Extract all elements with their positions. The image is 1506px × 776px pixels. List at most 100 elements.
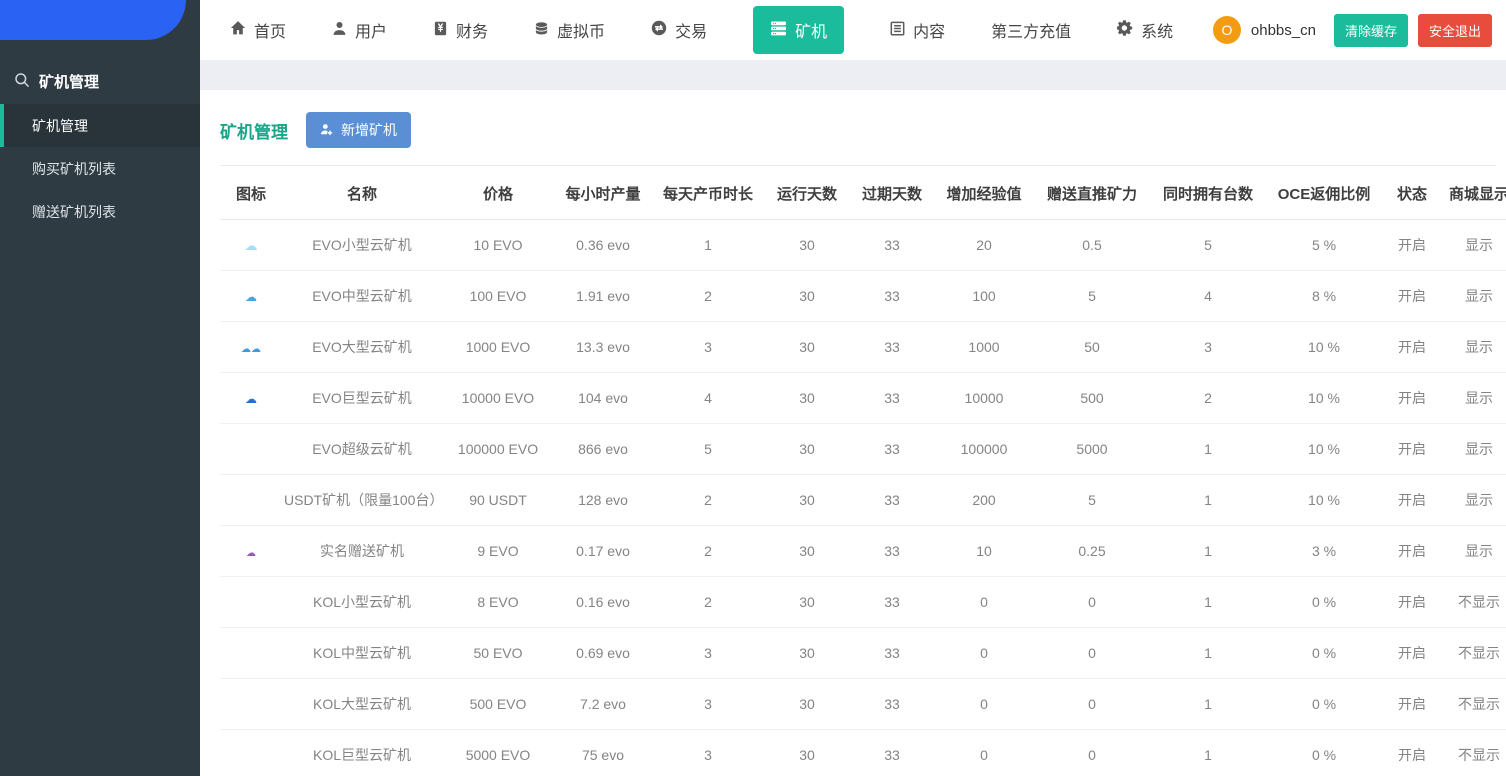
cell-gift-power: 0 xyxy=(1034,729,1150,776)
nav-item-currency[interactable]: 虚拟币 xyxy=(534,18,605,42)
search-icon[interactable] xyxy=(14,72,30,91)
sidebar-item-gift-miner-list[interactable]: 赠送矿机列表 xyxy=(0,190,200,233)
column-header-4: 每天产币时长 xyxy=(652,168,764,220)
nav-item-system[interactable]: 系统 xyxy=(1116,18,1174,42)
add-miner-button[interactable]: 新增矿机 xyxy=(306,112,411,148)
cell-gift-power: 5 xyxy=(1034,474,1150,526)
user-icon xyxy=(332,21,347,40)
cell-oce-rebate: 5 % xyxy=(1266,219,1382,271)
sidebar-item-label: 购买矿机列表 xyxy=(32,160,116,177)
brand-logo[interactable] xyxy=(0,0,186,40)
nav-item-label: 财务 xyxy=(456,24,489,41)
cell-icon: ☁ xyxy=(220,372,282,424)
cell-gift-power: 0 xyxy=(1034,678,1150,730)
cell-own-count: 3 xyxy=(1150,321,1266,373)
cell-run-days: 30 xyxy=(764,423,850,475)
cell-status: 开启 xyxy=(1382,474,1442,526)
nav-item-label: 系统 xyxy=(1141,24,1174,41)
table-row: KOL大型云矿机 500 EVO 7.2 evo 3 30 33 0 0 1 0 % 开启 不显示 xyxy=(220,678,1506,730)
cell-daily-coin-hours: 2 xyxy=(652,474,764,526)
cell-daily-coin-hours: 2 xyxy=(652,576,764,628)
column-header-3: 每小时产量 xyxy=(554,168,652,220)
cell-own-count: 1 xyxy=(1150,576,1266,628)
sidebar-item-buy-miner-list[interactable]: 购买矿机列表 xyxy=(0,147,200,190)
username[interactable]: ohbbs_cn xyxy=(1251,22,1316,39)
nav-item-trade[interactable]: 交易 xyxy=(651,18,707,42)
cell-exp-value: 0 xyxy=(934,678,1034,730)
cell-run-days: 30 xyxy=(764,729,850,776)
cell-expire-days: 33 xyxy=(850,678,934,730)
cell-own-count: 1 xyxy=(1150,474,1266,526)
cell-shop-display: 显示 xyxy=(1442,372,1506,424)
cell-run-days: 30 xyxy=(764,270,850,322)
cell-shop-display: 不显示 xyxy=(1442,729,1506,776)
cell-hourly-output: 866 evo xyxy=(554,423,652,475)
nav-item-miner[interactable]: 矿机 xyxy=(753,6,845,54)
cell-daily-coin-hours: 2 xyxy=(652,525,764,577)
column-header-10: OCE返佣比例 xyxy=(1266,168,1382,220)
cell-own-count: 1 xyxy=(1150,525,1266,577)
table-row: ☁ EVO中型云矿机 100 EVO 1.91 evo 2 30 33 100 5 4 8 % 开启显… xyxy=(220,270,1506,322)
finance-icon xyxy=(433,21,448,40)
cell-exp-value: 100 xyxy=(934,270,1034,322)
nav-item-label: 内容 xyxy=(913,24,946,41)
cell-price: 50 EVO xyxy=(442,627,554,679)
cell-expire-days: 33 xyxy=(850,219,934,271)
avatar[interactable]: O xyxy=(1212,16,1241,44)
cell-run-days: 30 xyxy=(764,678,850,730)
nav-item-label: 交易 xyxy=(675,24,708,41)
cell-icon xyxy=(220,576,282,628)
cell-own-count: 1 xyxy=(1150,678,1266,730)
cell-daily-coin-hours: 4 xyxy=(652,372,764,424)
cell-price: 100000 EVO xyxy=(442,423,554,475)
column-header-1: 名称 xyxy=(282,168,442,220)
cell-gift-power: 0 xyxy=(1034,627,1150,679)
nav-item-recharge[interactable]: 第三方充值 xyxy=(991,18,1071,42)
column-header-11: 状态 xyxy=(1382,168,1442,220)
cell-gift-power: 0 xyxy=(1034,576,1150,628)
cell-run-days: 30 xyxy=(764,321,850,373)
table-row: KOL巨型云矿机 5000 EVO 75 evo 3 30 33 0 0 1 0 % 开启 不显示 xyxy=(220,729,1506,776)
cell-icon xyxy=(220,627,282,679)
clear-cache-button[interactable]: 清除缓存 xyxy=(1333,13,1408,47)
cell-expire-days: 33 xyxy=(850,474,934,526)
cell-shop-display: 不显示 xyxy=(1442,627,1506,679)
column-header-7: 增加经验值 xyxy=(934,168,1034,220)
server-icon xyxy=(770,20,787,41)
cell-price: 5000 EVO xyxy=(442,729,554,776)
cell-shop-display: 显示 xyxy=(1442,525,1506,577)
cell-icon: ☁ xyxy=(220,219,282,271)
cell-expire-days: 33 xyxy=(850,372,934,424)
cell-price: 10000 EVO xyxy=(442,372,554,424)
cell-shop-display: 显示 xyxy=(1442,270,1506,322)
nav-item-label: 第三方充值 xyxy=(991,24,1072,41)
cell-name: KOL小型云矿机 xyxy=(282,576,442,628)
nav-item-content[interactable]: 内容 xyxy=(890,18,945,42)
cell-price: 10 EVO xyxy=(442,219,554,271)
column-header-8: 赠送直推矿力 xyxy=(1034,168,1150,220)
nav-items: 首页 用户 财务 虚拟币 交易 矿机 内容 第三方充值 系统 xyxy=(230,6,1173,54)
content-header: 矿机管理 新增矿机 xyxy=(220,112,1496,148)
cell-oce-rebate: 0 % xyxy=(1266,729,1382,776)
cell-hourly-output: 13.3 evo xyxy=(554,321,652,373)
cell-own-count: 1 xyxy=(1150,423,1266,475)
exchange-icon xyxy=(651,20,667,40)
table-row: ☁ 实名赠送矿机 9 EVO 0.17 evo 2 30 33 10 0.25 1 3 % 开启 显示 xyxy=(220,525,1506,577)
cell-status: 开启 xyxy=(1382,678,1442,730)
cell-exp-value: 0 xyxy=(934,627,1034,679)
sidebar: 矿机管理 矿机管理购买矿机列表赠送矿机列表 xyxy=(0,0,200,776)
sidebar-item-miner-manage[interactable]: 矿机管理 xyxy=(0,104,200,147)
nav-item-users[interactable]: 用户 xyxy=(332,18,387,42)
navbar-right: O ohbbs_cn 清除缓存 安全退出 xyxy=(1212,13,1492,47)
cell-hourly-output: 1.91 evo xyxy=(554,270,652,322)
cell-icon xyxy=(220,729,282,776)
cell-oce-rebate: 10 % xyxy=(1266,321,1382,373)
nav-item-finance[interactable]: 财务 xyxy=(433,18,488,42)
nav-item-home[interactable]: 首页 xyxy=(230,18,286,42)
cell-shop-display: 显示 xyxy=(1442,321,1506,373)
logout-button[interactable]: 安全退出 xyxy=(1417,13,1492,47)
top-navbar: 首页 用户 财务 虚拟币 交易 矿机 内容 第三方充值 系统 O ohbbs_cn 清除缓存 安… xyxy=(200,0,1506,60)
sidebar-menu: 矿机管理购买矿机列表赠送矿机列表 xyxy=(0,104,200,233)
cell-price: 1000 EVO xyxy=(442,321,554,373)
table-row: KOL中型云矿机 50 EVO 0.69 evo 3 30 33 0 0 1 0 % 开启 不显示 xyxy=(220,627,1506,679)
